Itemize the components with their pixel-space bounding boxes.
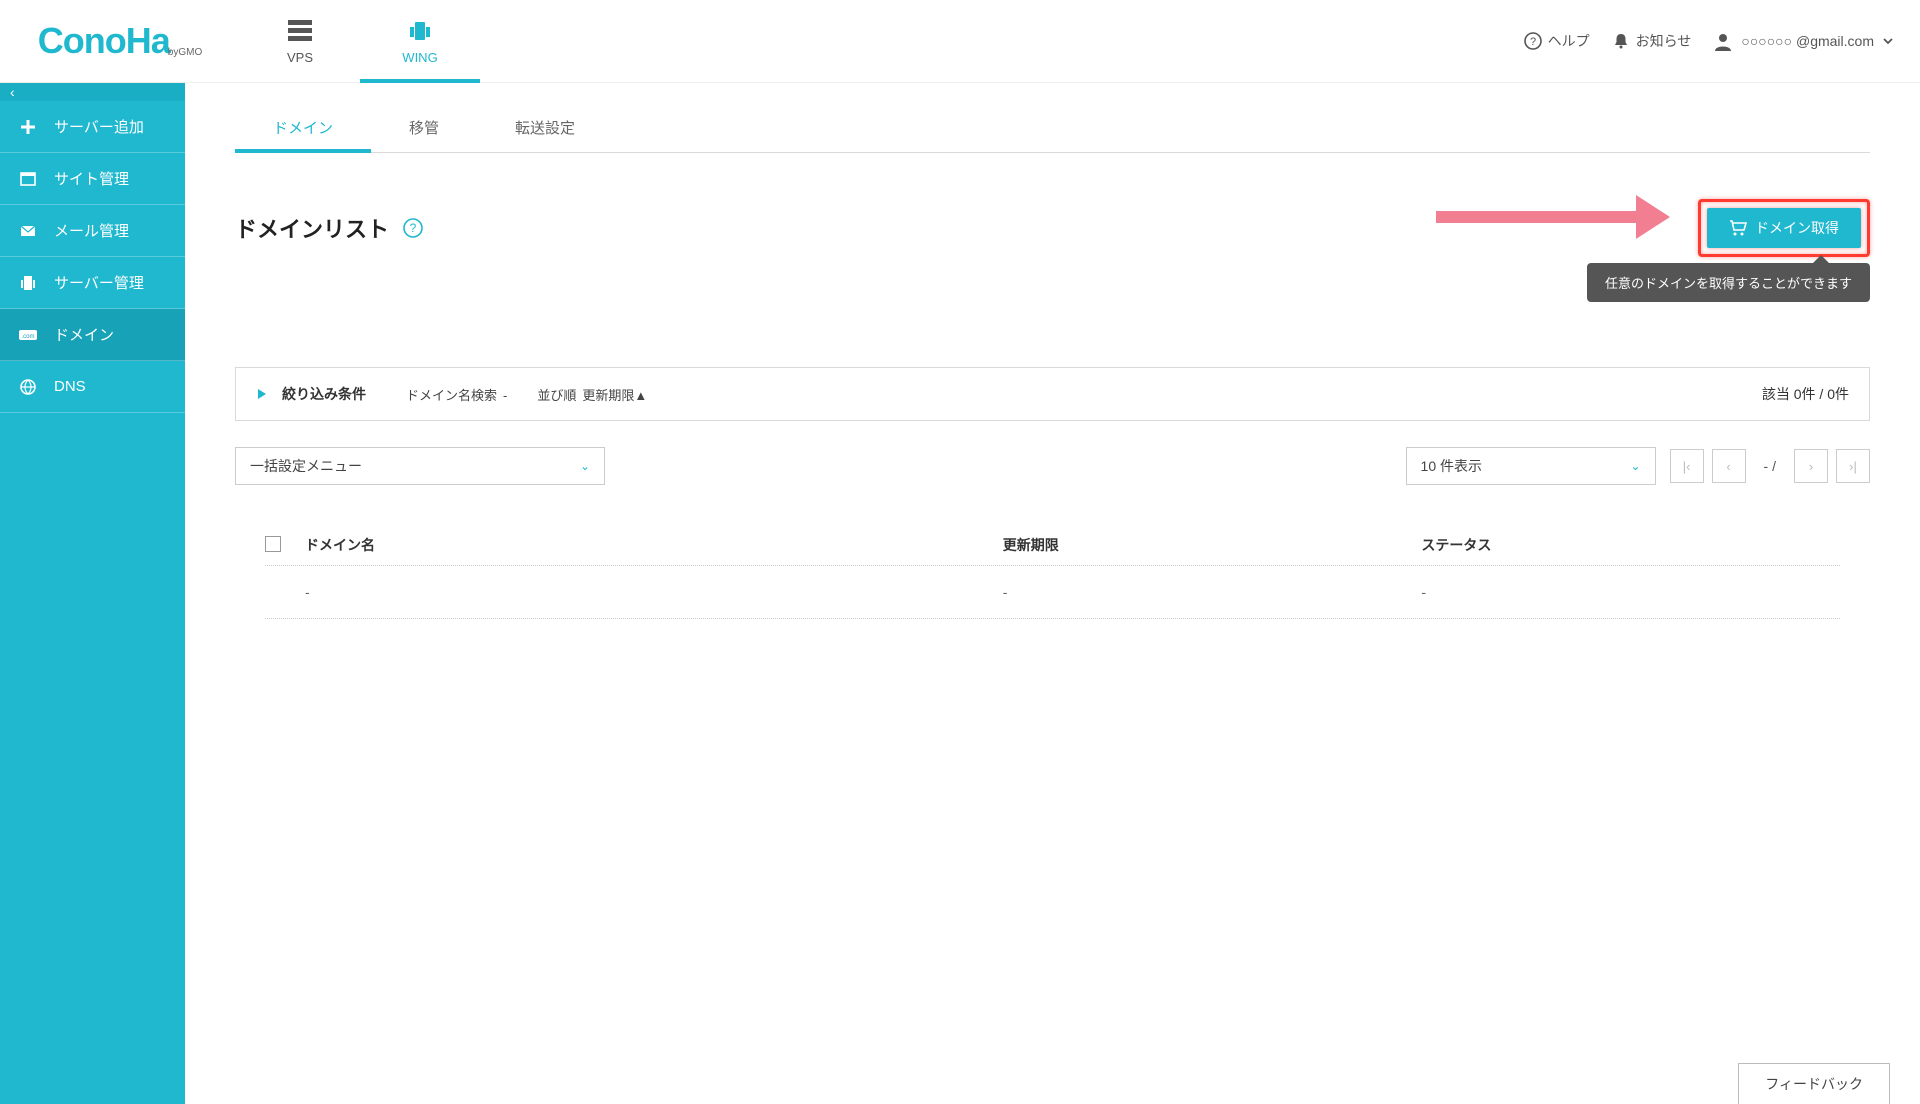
pager-first[interactable]: |‹	[1670, 449, 1704, 483]
help-icon: ?	[1524, 32, 1542, 50]
domain-icon: .com	[18, 328, 38, 342]
sidebar: ‹ サーバー追加 サイト管理 メール管理 サーバー管理 .com ドメイン DN…	[0, 83, 185, 1104]
chevron-down-icon: ⌄	[580, 459, 590, 473]
annotation-highlight: ドメイン取得	[1698, 199, 1870, 257]
bulk-menu-select[interactable]: 一括設定メニュー ⌄	[235, 447, 605, 485]
sidebar-item-label: メール管理	[54, 220, 129, 241]
pager-next[interactable]: ›	[1794, 449, 1828, 483]
filter-label: 絞り込み条件	[282, 384, 366, 404]
plus-icon	[18, 118, 38, 136]
feedback-button[interactable]: フィードバック	[1738, 1063, 1890, 1104]
svg-text:?: ?	[1530, 36, 1536, 48]
pager-prev[interactable]: ‹	[1712, 449, 1746, 483]
filter-search: ドメイン名検索-	[406, 385, 507, 404]
per-page-select[interactable]: 10 件表示 ⌄	[1406, 447, 1656, 485]
tab-wing[interactable]: WING	[360, 0, 480, 82]
sub-tabs: ドメイン 移管 転送設定	[235, 103, 1870, 153]
tab-wing-label: WING	[402, 50, 437, 65]
col-domain-name: ドメイン名	[305, 535, 1003, 555]
main-content: ドメイン 移管 転送設定 ドメインリスト ? ドメイン取得 任意の	[185, 83, 1920, 1104]
wing-icon	[406, 18, 434, 44]
sidebar-item-label: DNS	[54, 378, 86, 395]
page-title: ドメインリスト	[235, 212, 389, 244]
header: ConoHa byGMO VPS WING ? ヘルプ お知ら	[0, 0, 1920, 83]
pager-info: - /	[1754, 458, 1786, 474]
chevron-down-icon	[1882, 35, 1894, 47]
acquire-button-label: ドメイン取得	[1755, 218, 1839, 238]
subtab-transfer[interactable]: 移管	[371, 103, 477, 152]
per-page-label: 10 件表示	[1421, 456, 1482, 476]
annotation-arrow	[1436, 195, 1670, 239]
domain-table: ドメイン名 更新期限 ステータス - - -	[235, 525, 1870, 619]
pager: |‹ ‹ - / › ›|	[1670, 449, 1870, 483]
title-help-icon[interactable]: ?	[403, 218, 423, 238]
mail-icon	[18, 222, 38, 240]
sidebar-item-label: ドメイン	[54, 324, 114, 345]
brand-logo[interactable]: ConoHa byGMO	[0, 20, 240, 62]
server-stack-icon	[286, 18, 314, 44]
subtab-forward[interactable]: 転送設定	[477, 103, 613, 152]
svg-text:?: ?	[410, 221, 417, 235]
bulk-menu-label: 一括設定メニュー	[250, 456, 362, 476]
filter-sort: 並び順更新期限▲	[537, 385, 647, 404]
globe-icon	[18, 378, 38, 396]
chevron-left-icon: ‹	[10, 84, 15, 100]
sidebar-item-server[interactable]: サーバー管理	[0, 257, 185, 309]
cell-expiry: -	[1003, 584, 1422, 600]
server-icon	[18, 274, 38, 292]
user-email: ○○○○○○ @gmail.com	[1741, 33, 1874, 49]
filter-box: 絞り込み条件 ドメイン名検索- 並び順更新期限▲ 該当 0件 / 0件	[235, 367, 1870, 421]
filter-count: 該当 0件 / 0件	[1762, 384, 1849, 404]
sidebar-item-add-server[interactable]: サーバー追加	[0, 101, 185, 153]
service-tabs: VPS WING	[240, 0, 480, 82]
subtab-label: 移管	[409, 120, 439, 137]
pager-last[interactable]: ›|	[1836, 449, 1870, 483]
acquire-tooltip: 任意のドメインを取得することができます	[1587, 263, 1870, 302]
cart-icon	[1729, 220, 1747, 236]
cell-status: -	[1421, 584, 1840, 600]
svg-text:.com: .com	[21, 334, 34, 340]
sidebar-collapse[interactable]: ‹	[0, 83, 185, 101]
sidebar-item-dns[interactable]: DNS	[0, 361, 185, 413]
table-header: ドメイン名 更新期限 ステータス	[265, 525, 1840, 566]
cell-name: -	[305, 584, 1003, 600]
sidebar-item-domain[interactable]: .com ドメイン	[0, 309, 185, 361]
subtab-label: ドメイン	[273, 120, 333, 137]
tab-vps-label: VPS	[287, 50, 313, 65]
select-all-checkbox[interactable]	[265, 536, 281, 552]
subtab-label: 転送設定	[515, 120, 575, 137]
feedback-label: フィードバック	[1765, 1076, 1863, 1092]
tab-vps[interactable]: VPS	[240, 0, 360, 82]
bell-icon	[1612, 32, 1630, 50]
chevron-down-icon: ⌄	[1630, 459, 1640, 473]
header-right: ? ヘルプ お知らせ ○○○○○○ @gmail.com	[1524, 31, 1920, 51]
help-label: ヘルプ	[1548, 31, 1590, 51]
sidebar-item-label: サイト管理	[54, 168, 129, 189]
brand-sub: byGMO	[168, 47, 202, 58]
acquire-domain-button[interactable]: ドメイン取得	[1707, 208, 1861, 248]
sidebar-item-mail[interactable]: メール管理	[0, 205, 185, 257]
sidebar-item-label: サーバー管理	[54, 272, 144, 293]
sidebar-item-label: サーバー追加	[54, 116, 144, 137]
notice-label: お知らせ	[1636, 31, 1692, 51]
col-status: ステータス	[1421, 535, 1840, 555]
notice-link[interactable]: お知らせ	[1612, 31, 1692, 51]
filter-toggle[interactable]	[256, 387, 268, 401]
subtab-domain[interactable]: ドメイン	[235, 103, 371, 152]
user-icon	[1713, 31, 1733, 51]
col-expiry: 更新期限	[1003, 535, 1422, 555]
table-row: - - -	[265, 566, 1840, 619]
help-link[interactable]: ? ヘルプ	[1524, 31, 1590, 51]
sidebar-item-site[interactable]: サイト管理	[0, 153, 185, 205]
window-icon	[18, 170, 38, 188]
user-menu[interactable]: ○○○○○○ @gmail.com	[1713, 31, 1894, 51]
